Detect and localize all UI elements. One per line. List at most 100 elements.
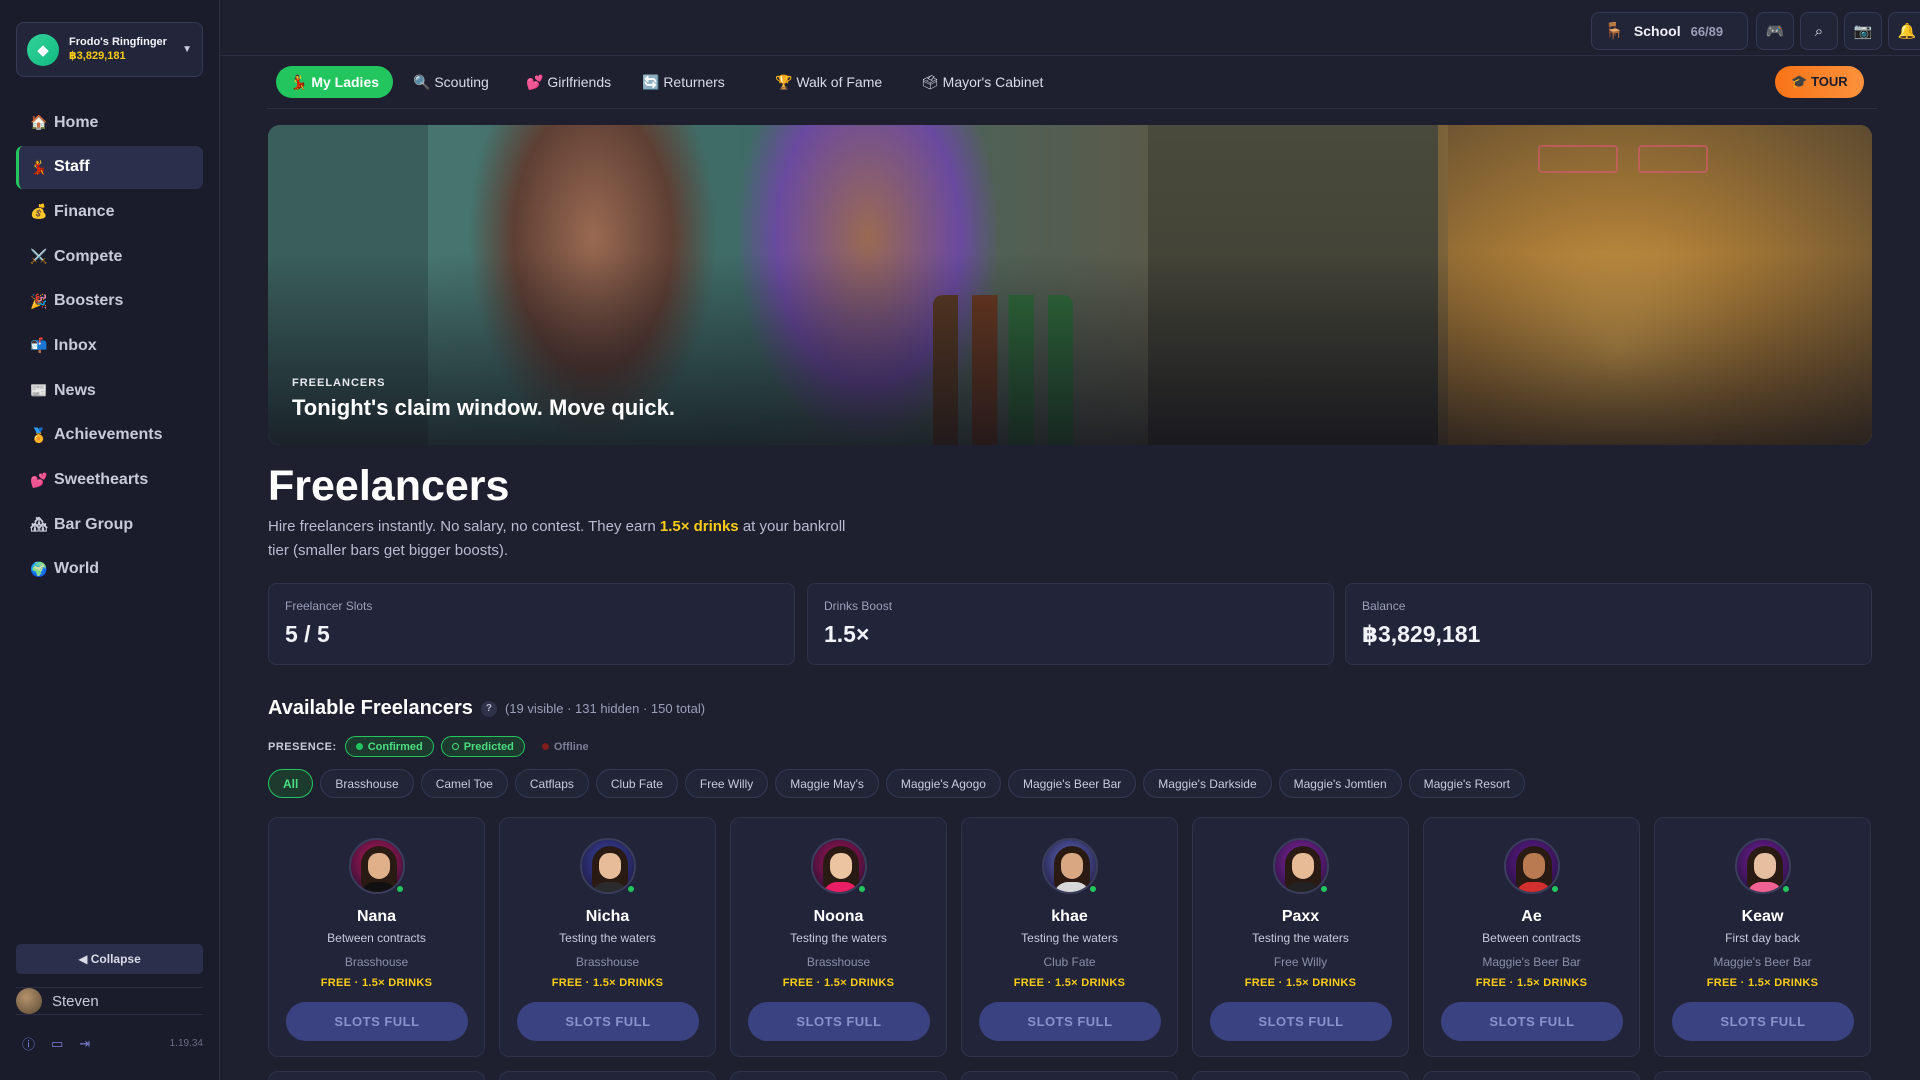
user-name: Steven — [52, 992, 99, 1010]
freelancer-status: Testing the waters — [1252, 931, 1349, 945]
freelancer-status: Testing the waters — [559, 931, 656, 945]
filter-chip[interactable]: Club Fate — [595, 769, 678, 798]
filter-chip[interactable]: Catflaps — [514, 769, 589, 798]
filter-chip[interactable]: Camel Toe — [420, 769, 508, 798]
filter-chip[interactable]: Maggie's Jomtien — [1278, 769, 1402, 798]
filter-chip[interactable]: Maggie May's — [775, 769, 879, 798]
sidebar-item-world[interactable]: 🌍 World — [16, 548, 203, 591]
search-icon[interactable]: ⌕ — [1800, 12, 1838, 50]
online-dot — [857, 884, 867, 894]
stat-label: Drinks Boost — [824, 599, 893, 613]
bell-icon[interactable]: 🔔 — [1888, 12, 1920, 50]
online-dot — [1550, 884, 1560, 894]
freelancer-bar: Brasshouse — [575, 955, 640, 969]
chip-label: Predicted — [463, 740, 514, 753]
available-title: Available Freelancers — [268, 697, 473, 719]
slots-full-button[interactable]: SLOTS FULL — [517, 1002, 699, 1041]
freelancer-offer: FREE · 1.5× DRINKS — [1475, 977, 1588, 989]
freelancer-offer: FREE · 1.5× DRINKS — [1244, 977, 1357, 989]
school-indicator[interactable]: 🪑 School 66/89 — [1591, 12, 1748, 50]
account-name: Frodo's Ringfinger — [69, 35, 167, 48]
presence-confirmed-chip[interactable]: Confirmed — [344, 736, 434, 757]
card-peek — [1192, 1071, 1409, 1080]
freelancer-card: khae Testing the waters Club Fate FREE · 1.… — [961, 817, 1178, 1057]
slots-full-button[interactable]: SLOTS FULL — [1441, 1002, 1623, 1041]
filter-chip[interactable]: Maggie's Resort — [1408, 769, 1525, 798]
avatar-face — [1061, 853, 1083, 879]
avatar-wrap — [811, 838, 867, 894]
freelancer-name: Nicha — [585, 908, 630, 925]
presence-predicted-chip[interactable]: Predicted — [440, 736, 525, 757]
account-switcher[interactable]: ◆ Frodo's Ringfinger ฿3,829,181 ▼ — [16, 22, 203, 77]
sidebar-item-sweethearts[interactable]: 💕 Sweethearts — [16, 459, 203, 502]
tab-1[interactable]: 🔍 Scouting — [399, 66, 503, 98]
slots-full-button[interactable]: SLOTS FULL — [1672, 1002, 1854, 1041]
slots-full-button[interactable]: SLOTS FULL — [1210, 1002, 1392, 1041]
stat-label: Freelancer Slots — [285, 599, 373, 613]
gamepad-icon[interactable]: 🎮 — [1756, 12, 1794, 50]
sidebar-item-label: Compete — [54, 247, 123, 265]
main-nav: 🏠 Home 💃 Staff 💰 Finance ⚔️ Compete 🎉 Boosters 📬 In… — [16, 101, 203, 593]
tab-2[interactable]: 💕 Girlfriends — [512, 66, 625, 98]
hero-banner: FREELANCERS Tonight's claim window. Move… — [268, 125, 1872, 445]
card-peek — [730, 1071, 947, 1080]
user-profile[interactable]: Steven — [16, 987, 203, 1015]
freelancer-name: khae — [1051, 908, 1088, 925]
avatar-wrap — [1504, 838, 1560, 894]
filter-chip[interactable]: Maggie's Beer Bar — [1007, 769, 1137, 798]
tab-0[interactable]: 💃 My Ladies — [276, 66, 394, 98]
sidebar-item-compete[interactable]: ⚔️ Compete — [16, 235, 203, 278]
page-title: Freelancers — [268, 462, 510, 510]
sidebar-item-news[interactable]: 📰 News — [16, 369, 203, 412]
nav-icon: 💕 — [30, 471, 48, 488]
tab-5[interactable]: 🗳 Mayor's Cabinet — [907, 66, 1057, 98]
sidebar-item-staff[interactable]: 💃 Staff — [16, 145, 203, 189]
presence-offline-chip[interactable]: Offline — [532, 736, 599, 757]
avatar-face — [1292, 853, 1314, 879]
freelancer-status: Testing the waters — [790, 931, 887, 945]
online-dot — [395, 884, 405, 894]
sidebar-item-inbox[interactable]: 📬 Inbox — [16, 324, 203, 367]
help-icon[interactable]: ⓘ — [22, 1034, 35, 1053]
collapse-button[interactable]: ◀ Collapse — [16, 944, 203, 974]
sidebar-item-label: Sweethearts — [54, 471, 149, 488]
card-peek — [961, 1071, 1178, 1080]
tab-4[interactable]: 🏆 Walk of Fame — [761, 66, 896, 98]
avatar-face — [1523, 853, 1545, 879]
stat-balance: Balance ฿3,829,181 — [1345, 583, 1872, 665]
nav-icon: 💰 — [30, 203, 48, 220]
sidebar-item-bar-group[interactable]: 🏘 Bar Group — [16, 503, 203, 546]
sidebar-item-finance[interactable]: 💰 Finance — [16, 190, 203, 233]
stat-freelancer-slots: Freelancer Slots 5 / 5 — [268, 583, 795, 665]
filter-chip[interactable]: All — [268, 769, 314, 798]
camera-icon[interactable]: 📷 — [1844, 12, 1882, 50]
logout-icon[interactable]: ⇥ — [79, 1036, 90, 1052]
sidebar-item-label: Boosters — [54, 292, 124, 310]
avatar — [16, 988, 42, 1014]
filter-chip[interactable]: Free Willy — [684, 769, 769, 798]
tour-button[interactable]: 🎓 TOUR — [1775, 66, 1864, 98]
presence-label: PRESENCE: — [268, 740, 337, 753]
avatar-wrap — [1042, 838, 1098, 894]
freelancer-name: Noona — [813, 908, 864, 925]
slots-full-button[interactable]: SLOTS FULL — [286, 1002, 468, 1041]
sidebar-item-label: Staff — [54, 158, 90, 176]
sidebar-item-home[interactable]: 🏠 Home — [16, 101, 203, 144]
freelancer-card: Nicha Testing the waters Brasshouse FREE · … — [499, 817, 716, 1057]
slots-full-button[interactable]: SLOTS FULL — [748, 1002, 930, 1041]
help-icon[interactable]: ? — [480, 700, 497, 717]
sidebar-item-boosters[interactable]: 🎉 Boosters — [16, 280, 203, 323]
avatar-face — [1754, 853, 1776, 879]
tab-3[interactable]: 🔄 Returners — [628, 66, 739, 98]
slots-full-button[interactable]: SLOTS FULL — [979, 1002, 1161, 1041]
freelancer-card: Ae Between contracts Maggie's Beer Bar FREE… — [1423, 817, 1640, 1057]
filter-chip[interactable]: Brasshouse — [320, 769, 414, 798]
freelancer-offer: FREE · 1.5× DRINKS — [1013, 977, 1126, 989]
chat-icon[interactable]: ▭ — [51, 1036, 63, 1052]
filter-chip[interactable]: Maggie's Darkside — [1143, 769, 1272, 798]
online-dot — [1319, 884, 1329, 894]
sidebar-item-label: Bar Group — [54, 515, 134, 533]
freelancer-status: Between contracts — [327, 931, 426, 945]
filter-chip[interactable]: Maggie's Agogo — [885, 769, 1001, 798]
sidebar-item-achievements[interactable]: 🏅 Achievements — [16, 414, 203, 457]
